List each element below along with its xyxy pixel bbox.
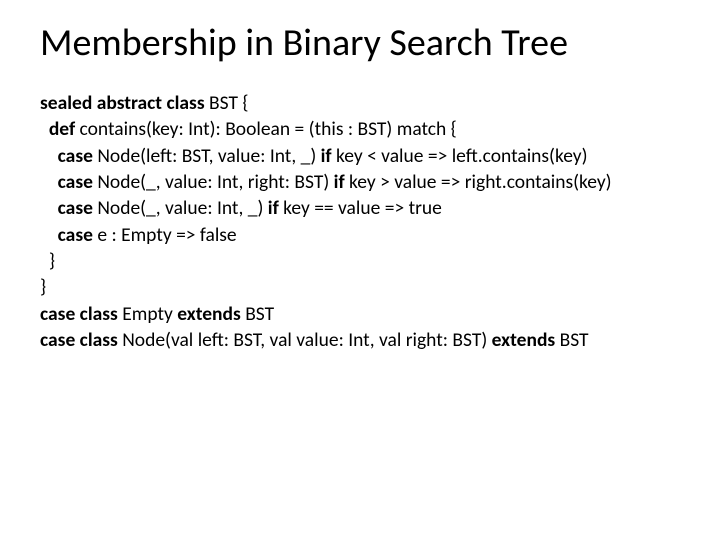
code-text: key < value => left.contains(key) — [336, 144, 588, 168]
slide: Membership in Binary Search Tree sealed … — [0, 0, 720, 540]
code-text: key > value => right.contains(key) — [349, 170, 612, 194]
code-indent — [40, 249, 49, 273]
code-text: } — [40, 275, 46, 299]
code-text: Node(val left: BST, val value: Int, val … — [122, 328, 491, 352]
code-indent — [40, 170, 58, 194]
code-indent — [40, 117, 49, 141]
code-text: Node(_, value: Int, right: BST) — [97, 170, 333, 194]
kw-case: case — [58, 196, 98, 220]
code-indent — [40, 223, 58, 247]
code-text: contains(key: Int): Boolean = (this : BS… — [80, 117, 457, 141]
code-text: Node(left: BST, value: Int, _) — [97, 144, 320, 168]
kw-extends: extends — [177, 302, 245, 326]
code-block: sealed abstract class BST { def contains… — [40, 90, 680, 353]
code-text: e : Empty => false — [97, 223, 236, 247]
kw-extends: extends — [492, 328, 560, 352]
kw-if: if — [334, 170, 349, 194]
code-text: BST — [560, 328, 589, 352]
code-text: key == value => true — [283, 196, 442, 220]
kw-case-class: case class — [40, 328, 122, 352]
kw-case: case — [58, 223, 98, 247]
code-text: } — [49, 249, 55, 273]
code-indent — [40, 196, 58, 220]
kw-def: def — [49, 117, 80, 141]
kw-if: if — [321, 144, 336, 168]
code-text: BST { — [209, 91, 248, 115]
kw-case-class: case class — [40, 302, 122, 326]
code-indent — [40, 144, 58, 168]
kw-case: case — [58, 144, 98, 168]
code-text: BST — [245, 302, 274, 326]
slide-title: Membership in Binary Search Tree — [40, 20, 680, 66]
kw-if: if — [268, 196, 283, 220]
code-text: Node(_, value: Int, _) — [97, 196, 267, 220]
kw-case: case — [58, 170, 98, 194]
kw-sealed-abstract-class: sealed abstract class — [40, 91, 209, 115]
code-text: Empty — [122, 302, 177, 326]
